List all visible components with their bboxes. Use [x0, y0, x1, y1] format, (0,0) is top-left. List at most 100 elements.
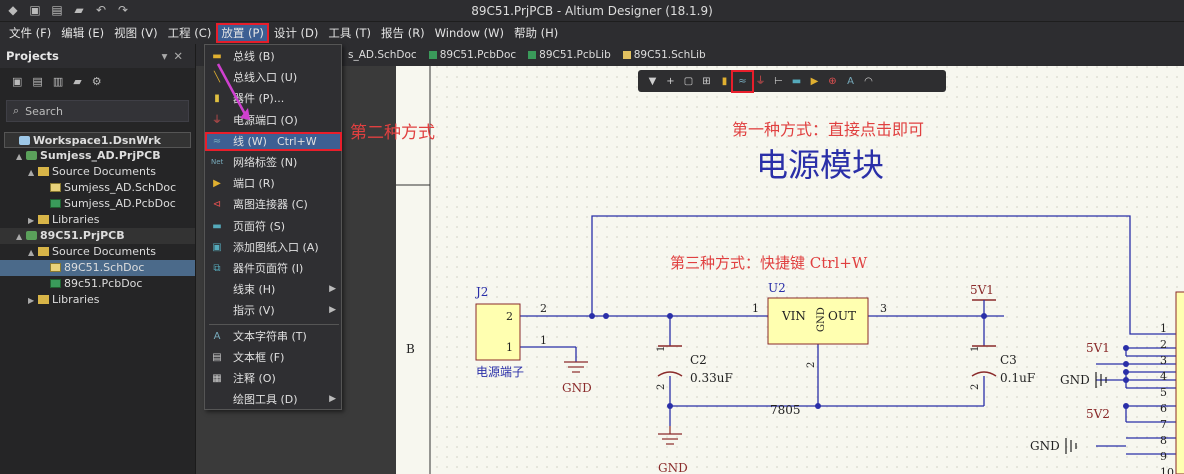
tree-item-label: Sumjess_AD.PcbDoc	[64, 197, 176, 210]
tree-item[interactable]: 89c51.PcbDoc	[0, 276, 195, 292]
expand-icon[interactable]: ▲	[16, 149, 26, 165]
j2-ref: J2	[474, 285, 488, 299]
zone-label: B	[406, 342, 415, 356]
header-pin-number: 7	[1160, 418, 1167, 431]
bus-icon[interactable]: ⊢	[772, 75, 785, 88]
save-project-icon[interactable]: ▣	[12, 75, 22, 88]
filter-icon[interactable]: ▼	[646, 75, 659, 88]
directive-icon[interactable]: ⊕	[826, 75, 839, 88]
tree-item-label: Libraries	[52, 213, 100, 226]
doc-tab[interactable]: s_AD.SchDoc	[342, 45, 423, 65]
select-icon[interactable]: ▢	[682, 75, 695, 88]
header-connector[interactable]	[1175, 291, 1184, 474]
panel-controls-icon[interactable]: ▾✕	[162, 44, 189, 68]
menu-item-14[interactable]: ▤ 文本框 (F)	[205, 348, 342, 367]
doc-tab[interactable]: 89C51.PcbDoc	[423, 45, 522, 65]
c2-pin2: 2	[656, 384, 667, 390]
tree-item[interactable]: ▲ Source Documents	[0, 164, 195, 180]
expand-icon[interactable]: ▶	[28, 293, 38, 309]
menu-item-8[interactable]: ▬ 页面符 (S)	[205, 217, 342, 236]
textbox-icon: ▤	[212, 351, 222, 363]
tree-item-label: 89C51.PrjPCB	[40, 229, 125, 242]
doc-tab[interactable]: 89C51.PcbLib	[522, 45, 617, 65]
save-icon[interactable]: ▣	[28, 3, 42, 17]
project-options-icon[interactable]: ▥	[53, 75, 63, 88]
menu-item-16[interactable]: 绘图工具 (D) ▶	[205, 390, 342, 409]
part-icon[interactable]: ▮	[718, 75, 731, 88]
undo-icon[interactable]: ↶	[94, 3, 108, 17]
tree-item[interactable]: 89C51.SchDoc	[0, 260, 195, 276]
tree-item[interactable]: ▶ Libraries	[0, 212, 195, 228]
tree-item-label: Sumjess_AD.SchDoc	[64, 181, 177, 194]
tree-item[interactable]: ▲ 89C51.PrjPCB	[0, 228, 195, 244]
menu-item-13[interactable]: A 文本字符串 (T)	[205, 327, 342, 346]
search-input[interactable]: ⌕ Search	[6, 100, 189, 122]
menu-7[interactable]: 报告 (R)	[376, 23, 430, 43]
tree-item[interactable]: ▲ Sumjess_AD.PrjPCB	[0, 148, 195, 164]
menu-item-7[interactable]: ⊲ 离图连接器 (C)	[205, 195, 342, 214]
fold-icon	[38, 247, 49, 256]
tree-item[interactable]: ▶ Libraries	[0, 292, 195, 308]
tree-item[interactable]: Sumjess_AD.SchDoc	[0, 180, 195, 196]
menu-9[interactable]: 帮助 (H)	[509, 23, 563, 43]
search-icon: ⌕	[13, 104, 20, 117]
menu-6[interactable]: 工具 (T)	[323, 23, 376, 43]
header-pin-number: 5	[1160, 386, 1167, 399]
menu-3[interactable]: 工程 (C)	[163, 23, 217, 43]
menu-2[interactable]: 视图 (V)	[109, 23, 163, 43]
align-icon[interactable]: ⊞	[700, 75, 713, 88]
submenu-arrow-icon: ▶	[329, 284, 336, 295]
wire-icon: ≈	[212, 135, 222, 147]
menu-4[interactable]: 放置 (P)	[216, 23, 269, 43]
menu-8[interactable]: Window (W)	[430, 23, 509, 43]
menu-1[interactable]: 编辑 (E)	[56, 23, 109, 43]
menu-item-9[interactable]: ▣ 添加图纸入口 (A)	[205, 238, 342, 257]
text-icon[interactable]: A	[844, 75, 857, 88]
menu-item-12[interactable]: 指示 (V) ▶	[205, 301, 342, 320]
tree-item[interactable]: Sumjess_AD.PcbDoc	[0, 196, 195, 212]
port-icon[interactable]: ▶	[808, 75, 821, 88]
menu-item-5[interactable]: Net 网络标签 (N)	[205, 153, 342, 172]
c2-value: 0.33uF	[690, 371, 733, 385]
tree-item[interactable]: ▲ Source Documents	[0, 244, 195, 260]
arc-icon[interactable]: ◠	[862, 75, 875, 88]
menu-item-label: 页面符 (S)	[233, 219, 286, 233]
schematic-sheet[interactable]: B J2 2 1 2 1 电源端子 GND GND C2 0.33uF 1 2 …	[396, 66, 1184, 474]
save-all-icon[interactable]: ▤	[50, 3, 64, 17]
menu-item-10[interactable]: ⧉ 器件页面符 (I)	[205, 259, 342, 278]
menu-item-11[interactable]: 线束 (H) ▶	[205, 280, 342, 299]
expand-icon[interactable]: ▲	[16, 229, 26, 245]
doc-tab[interactable]: 89C51.SchLib	[617, 45, 712, 65]
compile-icon[interactable]: ▤	[32, 75, 42, 88]
power-port-icon[interactable]: ⏚	[754, 75, 767, 88]
doc-tab-label: s_AD.SchDoc	[348, 49, 417, 61]
menu-item-6[interactable]: ▶ 端口 (R)	[205, 174, 342, 193]
sheet-symbol-icon[interactable]: ▬	[790, 75, 803, 88]
folder-icon[interactable]: ▰	[73, 75, 81, 88]
search-placeholder: Search	[25, 104, 63, 118]
tree-item[interactable]: Workspace1.DsnWrk	[4, 132, 191, 148]
expand-icon[interactable]: ▶	[28, 213, 38, 229]
redo-icon[interactable]: ↷	[116, 3, 130, 17]
expand-icon[interactable]: ▲	[28, 165, 38, 181]
menu-item-label: 端口 (R)	[233, 177, 275, 191]
c3-ref: C3	[1000, 353, 1017, 367]
expand-icon[interactable]: ▲	[28, 245, 38, 261]
offsheet-icon: ⊲	[212, 199, 222, 211]
gear-icon[interactable]: ⚙	[92, 75, 102, 88]
open-icon[interactable]: ▰	[72, 3, 86, 17]
u2-gnd: GND	[816, 307, 827, 332]
menu-item-15[interactable]: ▦ 注释 (O)	[205, 369, 342, 388]
fold-icon	[38, 215, 49, 224]
tree-item-label: 89C51.SchDoc	[64, 261, 145, 274]
menu-bar: 文件 (F) 编辑 (E) 视图 (V) 工程 (C) 放置 (P) 设计 (D) 工具 (…	[0, 22, 1184, 44]
place-wire-icon[interactable]: ≈	[731, 69, 754, 93]
menu-item-4[interactable]: ≈ 线 (W) Ctrl+W	[205, 131, 342, 151]
c3-pin2: 2	[970, 384, 981, 390]
tree-item-label: Source Documents	[52, 165, 156, 178]
move-icon[interactable]: +	[664, 75, 677, 88]
menu-5[interactable]: 设计 (D)	[269, 23, 323, 43]
submenu-arrow-icon: ▶	[329, 305, 336, 316]
j2-body[interactable]	[475, 303, 521, 361]
menu-0[interactable]: 文件 (F)	[4, 23, 56, 43]
